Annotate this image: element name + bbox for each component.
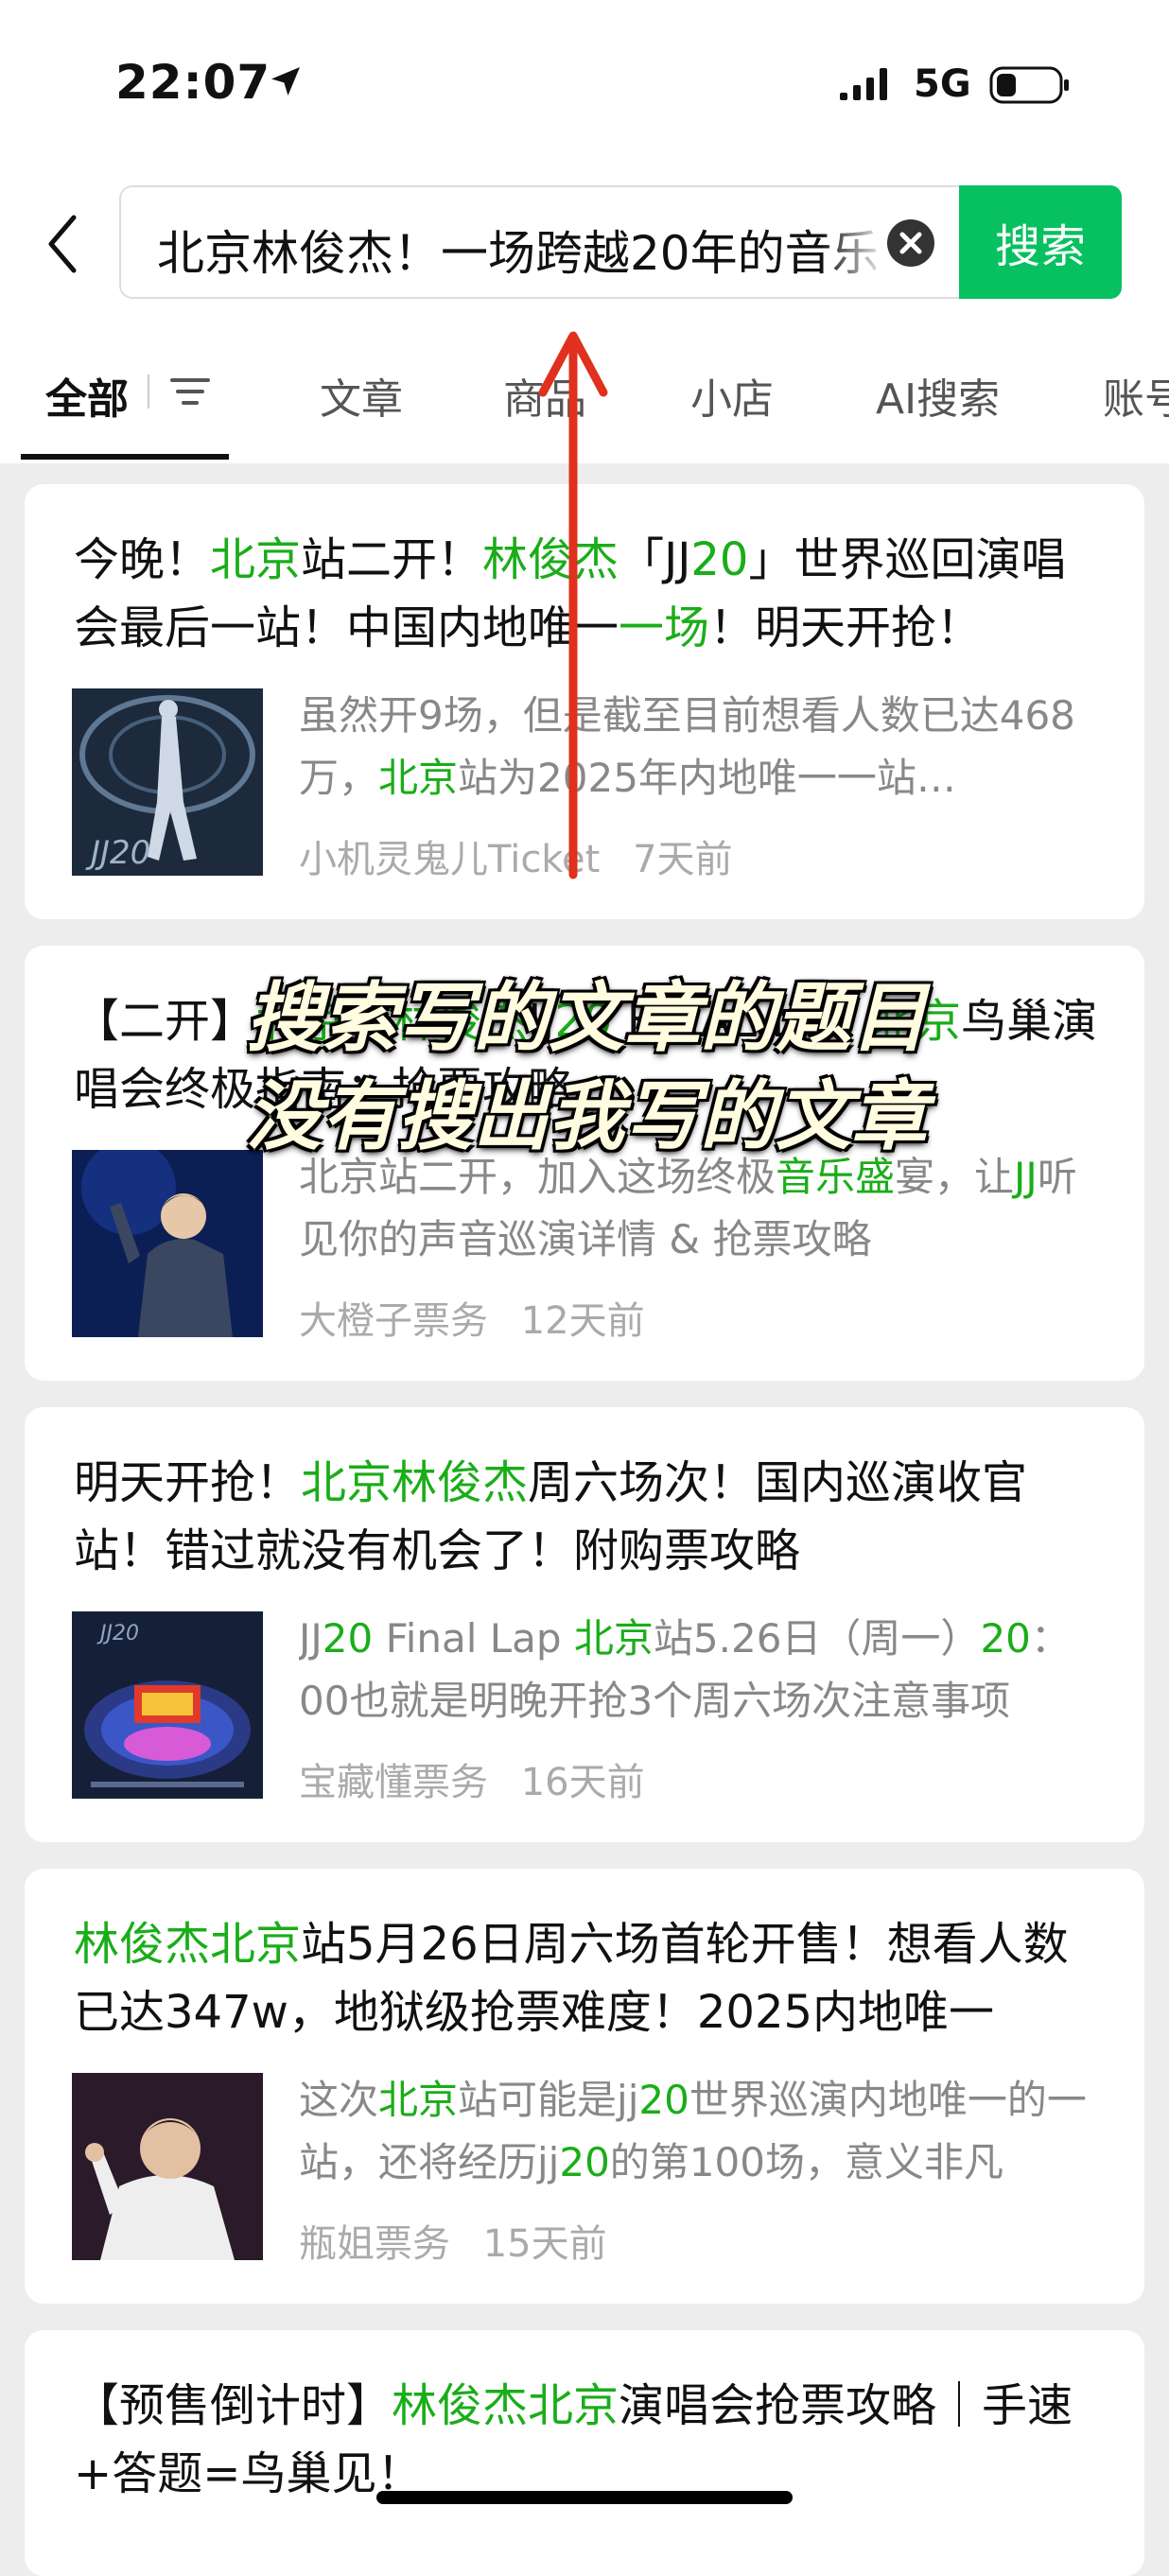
tab-articles[interactable]: 文章 <box>320 365 403 426</box>
result-time: 15天前 <box>482 2222 607 2266</box>
result-title: 明天开抢！北京林俊杰周六场次！国内巡演收官站！错过就没有机会了！附购票攻略 <box>74 1449 1105 1585</box>
result-snippet: 虽然开9场，但是截至目前想看人数已达468万，北京站为2025年内地唯一一站… <box>299 685 1112 809</box>
result-time: 16天前 <box>520 1761 645 1804</box>
overlay-caption-line1: 搜索写的文章的题目 <box>246 974 927 1062</box>
result-meta: 小机灵鬼儿Ticket 7天前 <box>299 828 733 883</box>
result-card[interactable]: 明天开抢！北京林俊杰周六场次！国内巡演收官站！错过就没有机会了！附购票攻略 JJ… <box>25 1407 1144 1842</box>
stadium-seat-map-thumbnail: JJ20 <box>72 1611 263 1799</box>
text-fade <box>821 197 887 291</box>
keyword-highlight: JJ <box>1014 1154 1038 1200</box>
result-card[interactable]: 【预售倒计时】林俊杰北京演唱会抢票攻略｜手速+答题=鸟巢见！ <box>25 2330 1144 2576</box>
keyword-highlight: 北京 <box>378 2077 459 2123</box>
result-source[interactable]: 宝藏懂票务 <box>299 1761 488 1804</box>
result-time: 12天前 <box>520 1299 645 1343</box>
tab-shops[interactable]: 小店 <box>690 365 774 426</box>
result-snippet: JJ20 Final Lap 北京站5.26日（周一）20：00也就是明晚开抢3… <box>299 1608 1112 1732</box>
text-segment: 【预售倒计时】 <box>74 2379 393 2432</box>
overlay-caption: 搜索写的文章的题目 没有搜出我写的文章 <box>161 969 1012 1166</box>
text-segment: 站二开！ <box>301 533 483 586</box>
search-query-text: 北京林俊杰！一场跨越20年的音乐盛宴 <box>157 226 876 281</box>
keyword-highlight: 20 <box>559 2139 610 2185</box>
status-time: 22:07 <box>115 55 271 110</box>
result-card[interactable]: 林俊杰北京站5月26日周六场首轮开售！想看人数已达347w，地狱级抢票难度！20… <box>25 1869 1144 2304</box>
network-type: 5G <box>914 62 971 106</box>
search-input[interactable]: 北京林俊杰！一场跨越20年的音乐盛宴 <box>119 185 959 299</box>
text-segment: 站为2025年内地唯一一站… <box>458 755 956 801</box>
filter-icon[interactable] <box>168 371 212 412</box>
text-segment: 明天开抢！ <box>74 1456 302 1509</box>
tab-all[interactable]: 全部 <box>45 365 129 426</box>
keyword-highlight: 北京 <box>378 755 459 801</box>
keyword-highlight: 林俊杰北京 <box>392 2379 619 2432</box>
clear-icon[interactable] <box>885 218 936 269</box>
keyword-highlight: 林俊杰北京 <box>74 1918 302 1971</box>
singer-portrait-thumbnail <box>72 2073 263 2260</box>
signal-icon <box>840 68 887 100</box>
keyword-highlight: 20 <box>980 1615 1031 1662</box>
search-button[interactable]: 搜索 <box>959 185 1122 299</box>
result-title: 【预售倒计时】林俊杰北京演唱会抢票攻略｜手速+答题=鸟巢见！ <box>74 2372 1105 2508</box>
location-arrow-icon <box>271 67 300 96</box>
result-time: 7天前 <box>633 838 733 881</box>
result-meta: 瓶姐票务 15天前 <box>299 2213 607 2268</box>
active-tab-indicator <box>21 454 229 460</box>
tab-accounts[interactable]: 账号 <box>1103 365 1169 426</box>
keyword-highlight: 20 <box>690 533 749 586</box>
keyword-highlight: 北京林俊杰 <box>301 1456 529 1509</box>
result-title: 林俊杰北京站5月26日周六场首轮开售！想看人数已达347w，地狱级抢票难度！20… <box>74 1910 1105 2046</box>
text-segment: 今晚！ <box>74 533 211 586</box>
text-segment: 的第100场，意义非凡 <box>609 2139 1003 2185</box>
text-segment: 「JJ <box>619 533 691 586</box>
text-segment: 这次 <box>299 2077 379 2123</box>
text-segment: 站可能是jj <box>458 2077 639 2123</box>
keyword-highlight: 20 <box>638 2077 689 2123</box>
text-segment: Final Lap <box>373 1615 574 1662</box>
home-indicator[interactable] <box>376 2491 793 2504</box>
battery-icon <box>989 66 1069 104</box>
tab-divider <box>148 374 149 409</box>
keyword-highlight: 北京 <box>210 533 302 586</box>
tab-ai-search[interactable]: AI搜索 <box>876 365 1000 426</box>
back-chevron-icon[interactable] <box>42 210 83 278</box>
result-source[interactable]: 瓶姐票务 <box>299 2222 450 2266</box>
text-segment: ！明天开抢！ <box>709 601 983 654</box>
keyword-highlight: 一场 <box>619 601 710 654</box>
svg-text:JJ20: JJ20 <box>96 1622 139 1645</box>
result-meta: 宝藏懂票务 16天前 <box>299 1751 645 1806</box>
overlay-caption-line2: 没有搜出我写的文章 <box>246 1072 927 1160</box>
svg-text:JJ20: JJ20 <box>85 834 150 872</box>
keyword-highlight: 北京 <box>573 1615 654 1662</box>
result-snippet: 这次北京站可能是jj20世界巡演内地唯一的一站，还将经历jj20的第100场，意… <box>299 2069 1112 2194</box>
keyword-highlight: 20 <box>322 1615 374 1662</box>
text-segment: JJ <box>299 1615 323 1662</box>
singer-on-stage-thumbnail <box>72 1150 263 1337</box>
text-segment: 站5.26日（周一） <box>653 1615 981 1662</box>
concert-poster-thumbnail: JJ20 <box>72 688 263 876</box>
red-arrow-annotation <box>538 331 608 879</box>
result-source[interactable]: 大橙子票务 <box>299 1299 488 1343</box>
result-meta: 大橙子票务 12天前 <box>299 1290 645 1345</box>
